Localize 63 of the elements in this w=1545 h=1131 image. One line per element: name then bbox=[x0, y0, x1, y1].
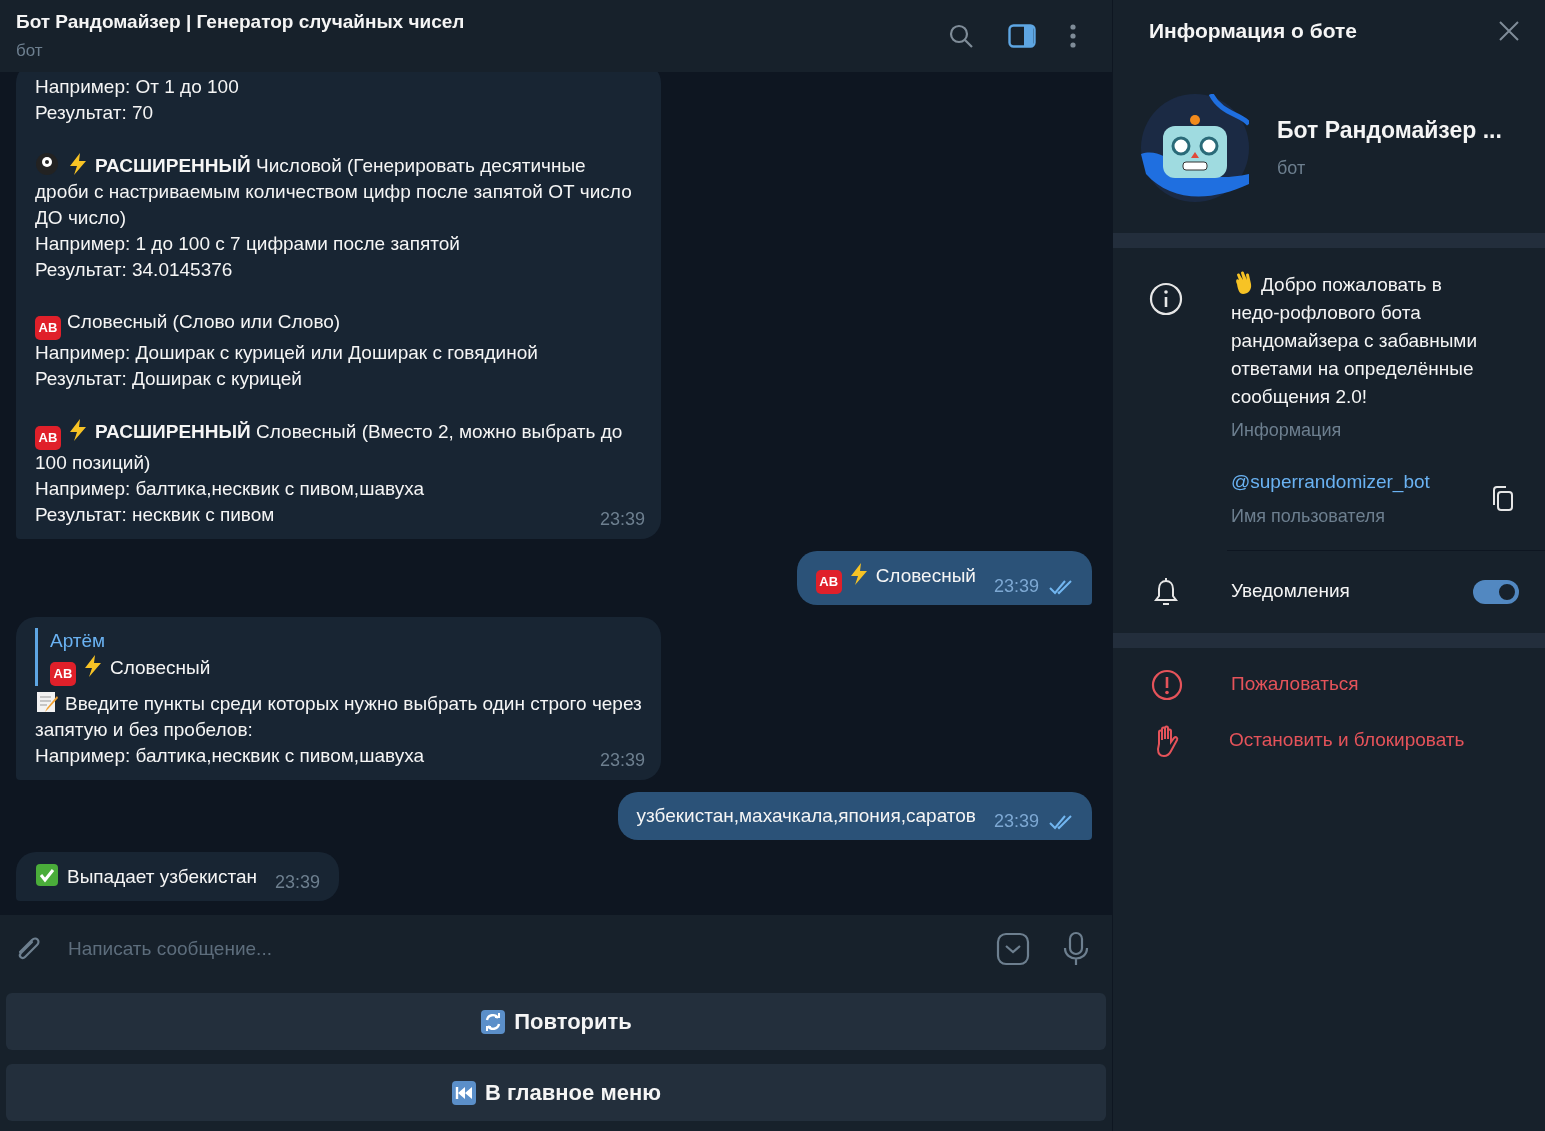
message-time: 23:39 bbox=[993, 810, 1039, 833]
bot-name: Бот Рандомайзер ... bbox=[1277, 115, 1502, 145]
notifications-toggle[interactable] bbox=[1473, 579, 1519, 604]
bell-icon bbox=[1151, 575, 1181, 608]
message-text: Выпадает узбекистан bbox=[35, 863, 257, 890]
bot-description: Добро пожаловать в недо-рофлового бота рандомайзера с забавными ответами на определённые сообщения 2.0! bbox=[1231, 270, 1493, 411]
message-text: Например: Доширак с курицей или Доширак с говядиной bbox=[35, 341, 538, 365]
letter-badge-icon: AB bbox=[815, 570, 842, 594]
reply-text: AB Словесный bbox=[50, 654, 642, 686]
danger-action[interactable]: Пожаловаться bbox=[1113, 665, 1545, 704]
username-link[interactable]: @superrandomizer_bot bbox=[1231, 468, 1491, 497]
lightning-icon bbox=[67, 418, 89, 442]
chat-title: Бот Рандомайзер | Генератор случайных чисел bbox=[16, 10, 466, 34]
message-composer[interactable]: Написать сообщение... bbox=[0, 915, 1112, 983]
more-icon[interactable] bbox=[1070, 23, 1076, 49]
microphone-icon[interactable] bbox=[1062, 931, 1090, 967]
lightning-icon bbox=[82, 654, 104, 678]
message-text: узбекистан,махачкала,япония,саратов bbox=[636, 804, 976, 828]
letter-badge-icon: AB bbox=[35, 316, 61, 340]
message-text: Результат: несквик с пивом bbox=[35, 503, 275, 527]
field-label: Имя пользователя bbox=[1231, 504, 1387, 528]
search-icon[interactable] bbox=[948, 23, 974, 49]
copy-icon[interactable] bbox=[1491, 484, 1515, 513]
reply-author: Артём bbox=[50, 629, 107, 653]
bot-status: бот bbox=[1277, 157, 1307, 181]
sidebar-toggle-icon[interactable] bbox=[1008, 24, 1036, 48]
message-time: 23:39 bbox=[599, 749, 645, 772]
rewind-icon bbox=[451, 1079, 477, 1106]
message-text: Например: балтика,несквик с пивом,шавуха bbox=[35, 477, 424, 501]
repeat-icon bbox=[480, 1008, 507, 1035]
message-text: РАСШИРЕННЫЙ Числовой (Генерировать десятичные дроби с настриваемым количеством цифр после запятой ОТ число ДО число) bbox=[35, 152, 642, 231]
message-text: Например: 1 до 100 с 7 цифрами после запятой bbox=[35, 232, 460, 256]
memo-icon bbox=[35, 690, 59, 714]
message-text: Результат: 70 bbox=[35, 101, 154, 125]
message-text: Результат: 34.0145376 bbox=[35, 258, 233, 282]
message-text: Например: балтика,несквик с пивом,шавуха bbox=[35, 744, 424, 768]
keyboard-button[interactable]: Повторить bbox=[6, 993, 1106, 1050]
keyboard-button[interactable]: В главное меню bbox=[6, 1064, 1106, 1121]
lightning-icon bbox=[67, 152, 89, 176]
field-label: Информация bbox=[1231, 419, 1343, 442]
robot-avatar-icon bbox=[1141, 93, 1249, 202]
close-icon[interactable] bbox=[1499, 21, 1519, 41]
letter-badge-icon: AB bbox=[35, 426, 61, 450]
letter-badge-icon: AB bbox=[50, 662, 76, 686]
message-time: 23:39 bbox=[599, 508, 645, 531]
notifications-label: Уведомления bbox=[1231, 579, 1351, 604]
chat-subtitle: бот bbox=[16, 40, 44, 62]
message-time: 23:39 bbox=[993, 575, 1039, 598]
message-text: Например: От 1 до 100 bbox=[35, 75, 239, 99]
message-text: AB Словесный bbox=[815, 562, 976, 594]
message-text: Введите пункты среди которых нужно выбрать один строго через запятую и без пробелов: bbox=[35, 690, 642, 743]
danger-action[interactable]: Остановить и блокировать bbox=[1113, 721, 1545, 760]
exclamation-icon bbox=[1151, 668, 1183, 701]
message-text: Результат: Доширак с курицей bbox=[35, 367, 302, 391]
check-mark-icon bbox=[35, 863, 59, 887]
billiard-ball-icon bbox=[35, 152, 59, 176]
info-icon bbox=[1149, 282, 1183, 316]
message-time: 23:39 bbox=[274, 871, 320, 894]
panel-title: Информация о боте bbox=[1149, 18, 1357, 45]
message-input[interactable]: Написать сообщение... bbox=[68, 934, 996, 964]
message-text: AB Словесный (Слово или Слово) bbox=[35, 309, 341, 340]
sticker-icon[interactable] bbox=[996, 932, 1030, 966]
message-text: AB РАСШИРЕННЫЙ Словесный (Вместо 2, можно выбрать до 100 позиций) bbox=[35, 418, 642, 476]
